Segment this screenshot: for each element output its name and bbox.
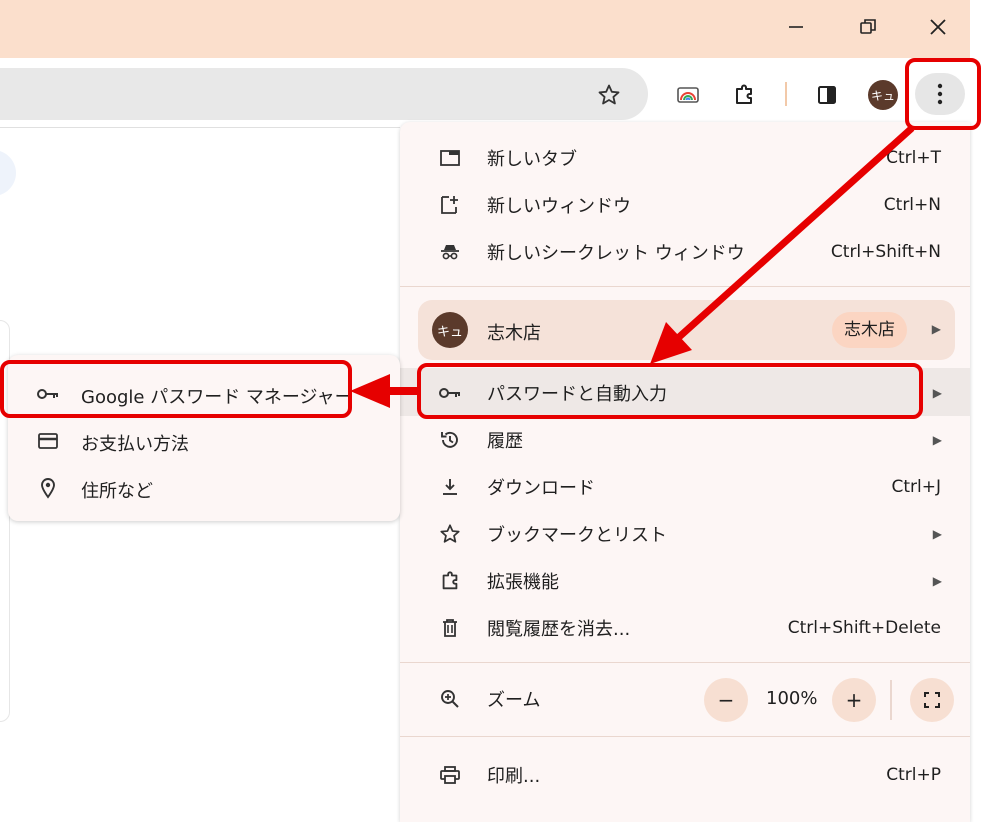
menu-separator [400,286,970,287]
side-panel-button[interactable] [812,80,842,110]
highlight-password-manager [0,360,352,418]
zoom-out-label: − [717,688,735,712]
menu-item-zoom: ズーム [400,676,970,722]
menu-separator [400,736,970,737]
puzzle-icon [736,84,752,104]
menu-item-clear-browsing-data[interactable]: 閲覧履歴を消去... Ctrl+Shift+Delete [400,605,970,651]
menu-item-label: 印刷... [487,766,541,787]
bookmark-star-button[interactable] [594,80,624,110]
menu-item-label: 新しいタブ [487,149,577,170]
menu-item-label: 閲覧履歴を消去... [487,619,631,640]
menu-item-shortcut: Ctrl+Shift+Delete [787,618,941,638]
menu-item-label: ズーム [487,690,541,711]
menu-item-label: 新しいシークレット ウィンドウ [487,243,745,264]
submenu-item-label: お支払い方法 [81,434,189,455]
submenu-item-addresses[interactable]: 住所など [8,465,400,511]
menu-profile-name: 志木店 [487,323,541,344]
menu-item-extensions[interactable]: 拡張機能 ▶ [400,558,970,604]
menu-item-downloads[interactable]: ダウンロード Ctrl+J [400,464,970,510]
restore-button[interactable] [838,0,898,54]
submenu-item-label: 住所など [81,481,153,502]
menu-item-new-tab[interactable]: 新しいタブ Ctrl+T [400,135,970,181]
menu-item-bookmarks-lists[interactable]: ブックマークとリスト ▶ [400,511,970,557]
profile-avatar-text: キュ [870,88,895,103]
menu-item-label: ブックマークとリスト [487,525,667,546]
highlight-passwords-autofill [417,363,923,419]
trash-icon [438,616,462,640]
chevron-right-icon: ▶ [932,574,942,588]
chevron-right-icon: ▶ [932,433,942,447]
side-panel-icon [818,86,836,104]
chevron-right-icon: ▶ [932,527,942,541]
menu-item-shortcut: Ctrl+T [886,148,941,168]
title-bar [0,0,970,58]
close-window-button[interactable] [908,0,968,54]
close-icon [930,19,946,35]
fullscreen-button[interactable] [910,678,954,722]
submenu-item-payment-methods[interactable]: お支払い方法 [8,418,400,464]
chevron-right-icon: ▶ [931,322,941,336]
star-outline-icon [438,522,462,546]
extensions-button[interactable] [728,79,760,111]
puzzle-icon [438,569,462,593]
new-tab-icon [438,146,462,170]
credit-card-icon [36,429,60,453]
menu-item-label: 履歴 [487,431,523,452]
page-element [0,150,16,196]
menu-item-label: 拡張機能 [487,572,559,593]
minimize-button[interactable] [766,0,826,54]
zoom-level: 100% [766,688,818,709]
menu-item-shortcut: Ctrl+Shift+N [830,242,941,262]
fullscreen-icon [924,692,940,708]
menu-profile-badge: 志木店 [832,312,907,348]
star-icon [598,84,620,105]
zoom-in-label: + [845,688,863,712]
download-icon [438,475,462,499]
page-divider [0,127,400,128]
chrome-menu: 新しいタブ Ctrl+T 新しいウィンドウ Ctrl+N 新しいシークレット ウ… [400,122,970,822]
media-icon [677,87,699,103]
menu-item-shortcut: Ctrl+P [886,765,941,785]
chevron-right-icon: ▶ [932,386,942,400]
minimize-icon [789,26,803,28]
profile-avatar[interactable]: キュ [868,80,898,110]
restore-icon [860,19,876,34]
history-icon [438,428,462,452]
print-icon [438,763,462,787]
menu-profile-avatar: キュ [432,312,468,348]
zoom-in-button[interactable]: + [832,678,876,722]
media-button[interactable] [672,80,704,110]
zoom-out-button[interactable]: − [704,678,748,722]
menu-item-label: 新しいウィンドウ [487,196,631,217]
incognito-icon [438,240,462,264]
menu-separator [400,662,970,663]
menu-item-new-incognito-window[interactable]: 新しいシークレット ウィンドウ Ctrl+Shift+N [400,229,970,275]
menu-item-history[interactable]: 履歴 ▶ [400,417,970,463]
menu-item-new-window[interactable]: 新しいウィンドウ Ctrl+N [400,182,970,228]
menu-item-label: ダウンロード [487,478,595,499]
menu-item-shortcut: Ctrl+N [883,195,941,215]
zoom-icon [438,687,462,711]
location-pin-icon [36,476,60,500]
menu-profile-row[interactable]: キュ 志木店 志木店 ▶ [418,300,955,360]
new-window-icon [438,193,462,217]
toolbar-divider [785,82,787,106]
highlight-menu-button [905,58,981,130]
menu-item-print[interactable]: 印刷... Ctrl+P [400,752,970,798]
zoom-divider [890,680,892,720]
menu-profile-avatar-text: キュ [436,324,463,340]
address-bar[interactable] [0,68,648,120]
menu-item-shortcut: Ctrl+J [891,477,941,497]
